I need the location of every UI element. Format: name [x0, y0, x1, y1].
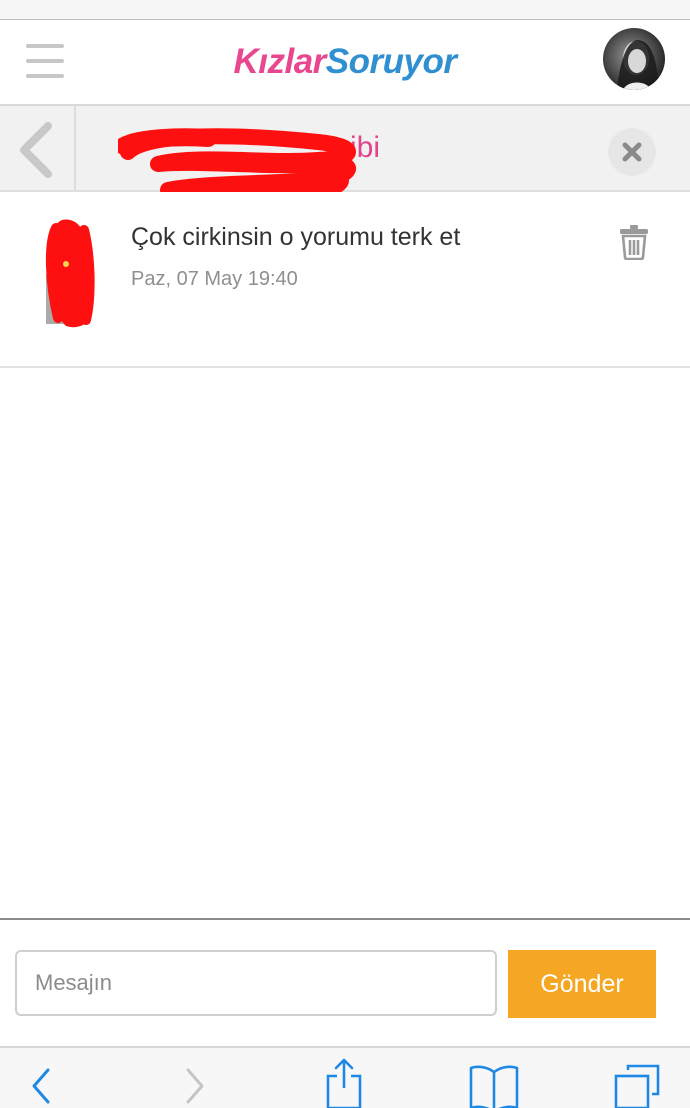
hamburger-icon-line	[26, 59, 64, 63]
send-button[interactable]: Gönder	[508, 950, 656, 1018]
close-icon	[622, 142, 642, 162]
message-input[interactable]	[15, 950, 497, 1016]
menu-button[interactable]	[26, 42, 66, 82]
user-avatar[interactable]	[603, 28, 665, 90]
status-bar	[0, 0, 690, 20]
bookmarks-icon[interactable]	[468, 1062, 520, 1108]
message-text: Çok cirkinsin o yorumu terk et	[131, 223, 461, 251]
tabs-icon[interactable]	[612, 1062, 662, 1108]
app-header: KızlarSoruyor	[0, 20, 690, 106]
safari-toolbar	[0, 1046, 690, 1108]
sender-avatar-redacted	[45, 219, 95, 328]
message-composer: Gönder	[0, 918, 690, 1048]
message-item: Çok cirkinsin o yorumu terk et Paz, 07 M…	[0, 192, 690, 368]
logo-text-soruyor: Soruyor	[325, 42, 457, 81]
app-logo[interactable]: KızlarSoruyor	[200, 40, 490, 84]
avatar-photo	[617, 40, 659, 90]
message-timestamp: Paz, 07 May 19:40	[131, 268, 298, 290]
hamburger-icon	[26, 44, 64, 48]
share-icon[interactable]	[322, 1054, 366, 1108]
chevron-left-icon	[20, 122, 52, 178]
safari-back-button[interactable]	[26, 1060, 56, 1108]
safari-forward-button[interactable]	[180, 1060, 210, 1108]
delete-message-button[interactable]	[618, 224, 650, 261]
trash-icon	[620, 225, 648, 261]
close-conversation-button[interactable]	[608, 128, 656, 176]
logo-text-kizlar: Kızlar	[233, 42, 326, 81]
back-button[interactable]	[0, 106, 76, 190]
hamburger-icon-line	[26, 74, 64, 78]
